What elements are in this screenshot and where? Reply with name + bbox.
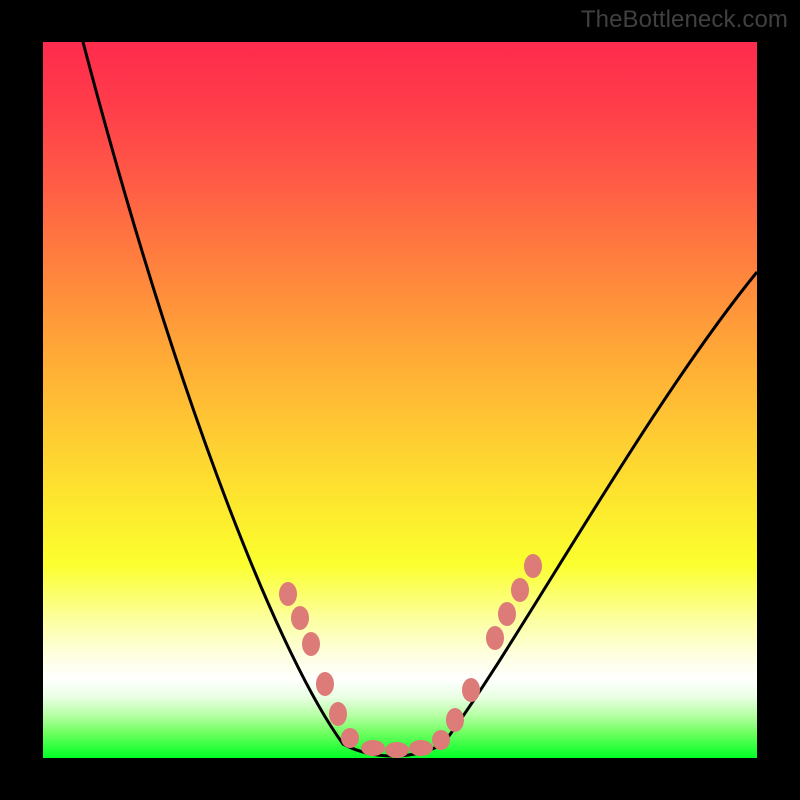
data-marker bbox=[446, 708, 464, 732]
data-marker bbox=[524, 554, 542, 578]
data-marker bbox=[316, 672, 334, 696]
chart-frame: TheBottleneck.com bbox=[0, 0, 800, 800]
plot-area bbox=[43, 42, 757, 758]
data-marker bbox=[498, 602, 516, 626]
data-marker bbox=[409, 740, 433, 756]
data-marker bbox=[341, 728, 359, 748]
data-marker bbox=[329, 702, 347, 726]
data-marker bbox=[302, 632, 320, 656]
data-marker bbox=[432, 730, 450, 750]
chart-svg bbox=[43, 42, 757, 758]
watermark-text: TheBottleneck.com bbox=[581, 6, 788, 34]
data-marker bbox=[291, 606, 309, 630]
data-marker bbox=[486, 626, 504, 650]
data-marker bbox=[279, 582, 297, 606]
data-marker bbox=[462, 678, 480, 702]
data-marker bbox=[385, 742, 409, 758]
data-marker bbox=[511, 578, 529, 602]
data-marker bbox=[361, 740, 385, 756]
bottleneck-curve bbox=[83, 42, 757, 756]
